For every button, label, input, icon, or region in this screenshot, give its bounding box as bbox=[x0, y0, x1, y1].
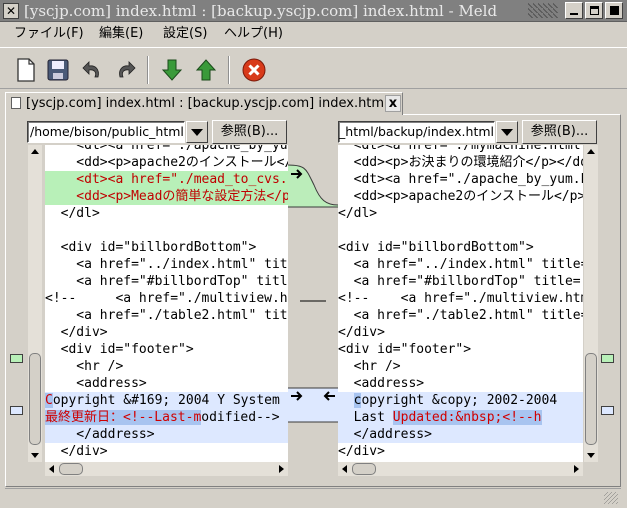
code-line[interactable]: <a href="./table2.html" title= bbox=[45, 307, 288, 324]
stop-icon[interactable] bbox=[240, 56, 268, 84]
new-icon[interactable] bbox=[12, 56, 40, 84]
scroll-thumb[interactable] bbox=[59, 463, 83, 475]
menu-help[interactable]: ヘルプ(H) bbox=[224, 25, 283, 43]
scroll-up-arrow[interactable] bbox=[28, 145, 42, 159]
scroll-down-arrow[interactable] bbox=[28, 448, 42, 462]
scroll-right-arrow[interactable] bbox=[569, 462, 583, 476]
code-line[interactable]: </dl> bbox=[45, 205, 288, 222]
code-line[interactable]: 最終更新日：<!--Last-modified--> bbox=[45, 409, 288, 426]
code-line[interactable]: <div id="billbordBottom"> bbox=[45, 239, 288, 256]
code-line[interactable]: Copyright &#169; 2004 Y System bbox=[45, 392, 288, 409]
toolbar-separator bbox=[147, 56, 149, 84]
insert-marker[interactable] bbox=[10, 354, 23, 363]
code-line[interactable]: <dd><p>apache2のインストール</p></dd> bbox=[45, 154, 288, 171]
right-code-pane[interactable]: <dt><a href="./mymachine.html"> <dd><p>お… bbox=[338, 145, 583, 462]
code-line[interactable] bbox=[338, 222, 583, 239]
menu-edit[interactable]: 編集(E) bbox=[99, 25, 143, 43]
code-line[interactable]: </dl> bbox=[338, 205, 583, 222]
close-window-button[interactable] bbox=[605, 2, 623, 19]
code-line[interactable]: <hr /> bbox=[338, 358, 583, 375]
code-line[interactable]: </div> bbox=[338, 324, 583, 341]
code-line[interactable]: <!-- <a href="./multiview.html" bbox=[45, 290, 288, 307]
app-menu-icon[interactable]: ✕ bbox=[3, 3, 19, 19]
menu-settings[interactable]: 設定(S) bbox=[163, 25, 207, 43]
code-line[interactable]: <dd><p>お決まりの環境紹介</p></dd> bbox=[338, 154, 583, 171]
code-line[interactable]: copyright &copy; 2002-2004 bbox=[338, 392, 583, 409]
code-line[interactable]: <a href="../index.html" title= bbox=[338, 256, 583, 273]
code-line[interactable]: </div> bbox=[45, 324, 288, 341]
insert-marker[interactable] bbox=[601, 354, 614, 363]
left-path-input[interactable]: /home/bison/public_html/index.html bbox=[27, 121, 185, 143]
left-horizontal-scrollbar[interactable] bbox=[45, 462, 288, 476]
title-grip bbox=[528, 3, 558, 18]
code-line[interactable]: <a href="../index.html" title= bbox=[45, 256, 288, 273]
code-line[interactable]: <a href="#billbordTop" title= bbox=[338, 273, 583, 290]
code-line[interactable]: <hr /> bbox=[45, 358, 288, 375]
minimize-button[interactable] bbox=[565, 2, 583, 19]
scroll-left-arrow[interactable] bbox=[45, 462, 59, 476]
scroll-down-arrow[interactable] bbox=[584, 448, 598, 462]
tab-label: [yscjp.com] index.html : [backup.yscjp.c… bbox=[26, 96, 388, 111]
window-title: [yscjp.com] index.html : [backup.yscjp.c… bbox=[24, 2, 498, 20]
right-path-dropdown[interactable] bbox=[496, 121, 518, 143]
scroll-up-arrow[interactable] bbox=[584, 145, 598, 159]
code-line[interactable]: <dd><p>Meadの簡単な設定方法</p></dd> bbox=[45, 188, 288, 205]
code-line[interactable]: <a href="./table2.html" title= bbox=[338, 307, 583, 324]
code-line[interactable]: <dt><a href="./mymachine.html"> bbox=[338, 145, 583, 154]
code-line[interactable]: <a href="#billbordTop" title= bbox=[45, 273, 288, 290]
left-vertical-scrollbar[interactable] bbox=[28, 145, 42, 462]
right-browse-button[interactable]: 参照(B)... bbox=[522, 120, 597, 144]
scroll-right-arrow[interactable] bbox=[274, 462, 288, 476]
toolbar bbox=[0, 47, 627, 89]
resize-grip[interactable] bbox=[604, 492, 618, 504]
code-line[interactable]: <dt><a href="./apache_by_yum.html"> bbox=[45, 145, 288, 154]
menu-bar: ファイル(F) 編集(E) 設定(S) ヘルプ(H) bbox=[0, 22, 627, 46]
scroll-thumb[interactable] bbox=[352, 463, 376, 475]
save-icon[interactable] bbox=[44, 56, 72, 84]
code-line[interactable]: <address> bbox=[338, 375, 583, 392]
right-vertical-scrollbar[interactable] bbox=[584, 145, 598, 462]
code-line[interactable]: </address> bbox=[338, 426, 583, 443]
title-bar[interactable]: ✕ [yscjp.com] index.html : [backup.yscjp… bbox=[0, 0, 627, 22]
code-line[interactable]: </div> bbox=[45, 443, 288, 460]
undo-icon[interactable] bbox=[78, 56, 106, 84]
toolbar-separator bbox=[228, 56, 230, 84]
code-line[interactable]: </address> bbox=[45, 426, 288, 443]
next-change-icon[interactable] bbox=[158, 56, 186, 84]
document-icon bbox=[11, 97, 21, 109]
status-bar bbox=[5, 488, 621, 505]
scroll-thumb[interactable] bbox=[585, 353, 597, 445]
code-line[interactable]: <div id="footer"> bbox=[338, 341, 583, 358]
menu-file[interactable]: ファイル(F) bbox=[14, 25, 84, 43]
code-line[interactable]: <!-- <a href="./multiview.html" bbox=[338, 290, 583, 307]
tab-comparison[interactable]: [yscjp.com] index.html : [backup.yscjp.c… bbox=[5, 92, 403, 115]
code-line[interactable]: <div id="footer"> bbox=[45, 341, 288, 358]
scroll-left-arrow[interactable] bbox=[338, 462, 352, 476]
diff-connector bbox=[287, 145, 339, 462]
right-horizontal-scrollbar[interactable] bbox=[338, 462, 583, 476]
tab-close-button[interactable]: x bbox=[385, 95, 401, 112]
code-line[interactable] bbox=[45, 222, 288, 239]
change-marker[interactable] bbox=[10, 406, 23, 415]
previous-change-icon[interactable] bbox=[192, 56, 220, 84]
code-line[interactable]: <dt><a href="./mead_to_cvs.html"> bbox=[45, 171, 288, 188]
change-marker[interactable] bbox=[601, 406, 614, 415]
left-browse-button[interactable]: 参照(B)... bbox=[212, 120, 287, 144]
code-line[interactable]: <dt><a href="./apache_by_yum.html"> bbox=[338, 171, 583, 188]
code-line[interactable]: <address> bbox=[45, 375, 288, 392]
code-line[interactable]: <dd><p>apache2のインストール</p></dd> bbox=[338, 188, 583, 205]
code-line[interactable]: </div> bbox=[338, 443, 583, 460]
scroll-thumb[interactable] bbox=[29, 353, 41, 445]
maximize-button[interactable] bbox=[585, 2, 603, 19]
left-code-pane[interactable]: <dt><a href="./apache_by_yum.html"> <dd>… bbox=[45, 145, 288, 462]
code-line[interactable]: <div id="billbordBottom"> bbox=[338, 239, 583, 256]
redo-icon[interactable] bbox=[112, 56, 140, 84]
right-path-input[interactable]: /home/bison/public_html/backup/index.htm… bbox=[338, 121, 495, 143]
code-line[interactable]: Last Updated:&nbsp;<!--h bbox=[338, 409, 583, 426]
left-path-dropdown[interactable] bbox=[186, 121, 208, 143]
